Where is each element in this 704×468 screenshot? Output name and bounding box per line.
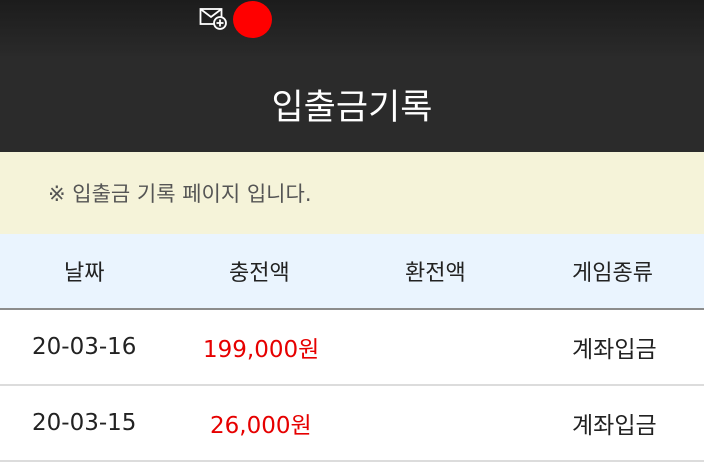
row-game-type: 계좌입금 (572, 413, 657, 439)
row-deposit: 199,000원 (203, 337, 320, 363)
page-title: 입출금기록 (271, 87, 433, 128)
mail-add-icon[interactable] (199, 5, 229, 31)
top-bar (0, 0, 704, 56)
column-header-game-type: 게임종류 (572, 261, 653, 286)
row-game-type: 계좌입금 (572, 337, 657, 363)
column-header-date: 날짜 (64, 261, 105, 286)
notice-banner: ※ 입출금 기록 페이지 입니다. (0, 152, 704, 234)
table-row: 20-03-16 199,000원 계좌입금 (0, 310, 704, 386)
column-header-withdraw: 환전액 (405, 261, 466, 286)
row-date: 20-03-15 (32, 410, 137, 436)
table-row: 20-03-15 26,000원 계좌입금 (0, 386, 704, 462)
page-header: 입출금기록 (0, 56, 704, 152)
notification-dot[interactable] (233, 1, 272, 38)
row-date: 20-03-16 (32, 334, 137, 360)
column-header-deposit: 충전액 (229, 261, 290, 286)
table-header: 날짜 충전액 환전액 게임종류 (0, 234, 704, 310)
notice-text: ※ 입출금 기록 페이지 입니다. (48, 182, 312, 206)
row-deposit: 26,000원 (210, 413, 312, 439)
